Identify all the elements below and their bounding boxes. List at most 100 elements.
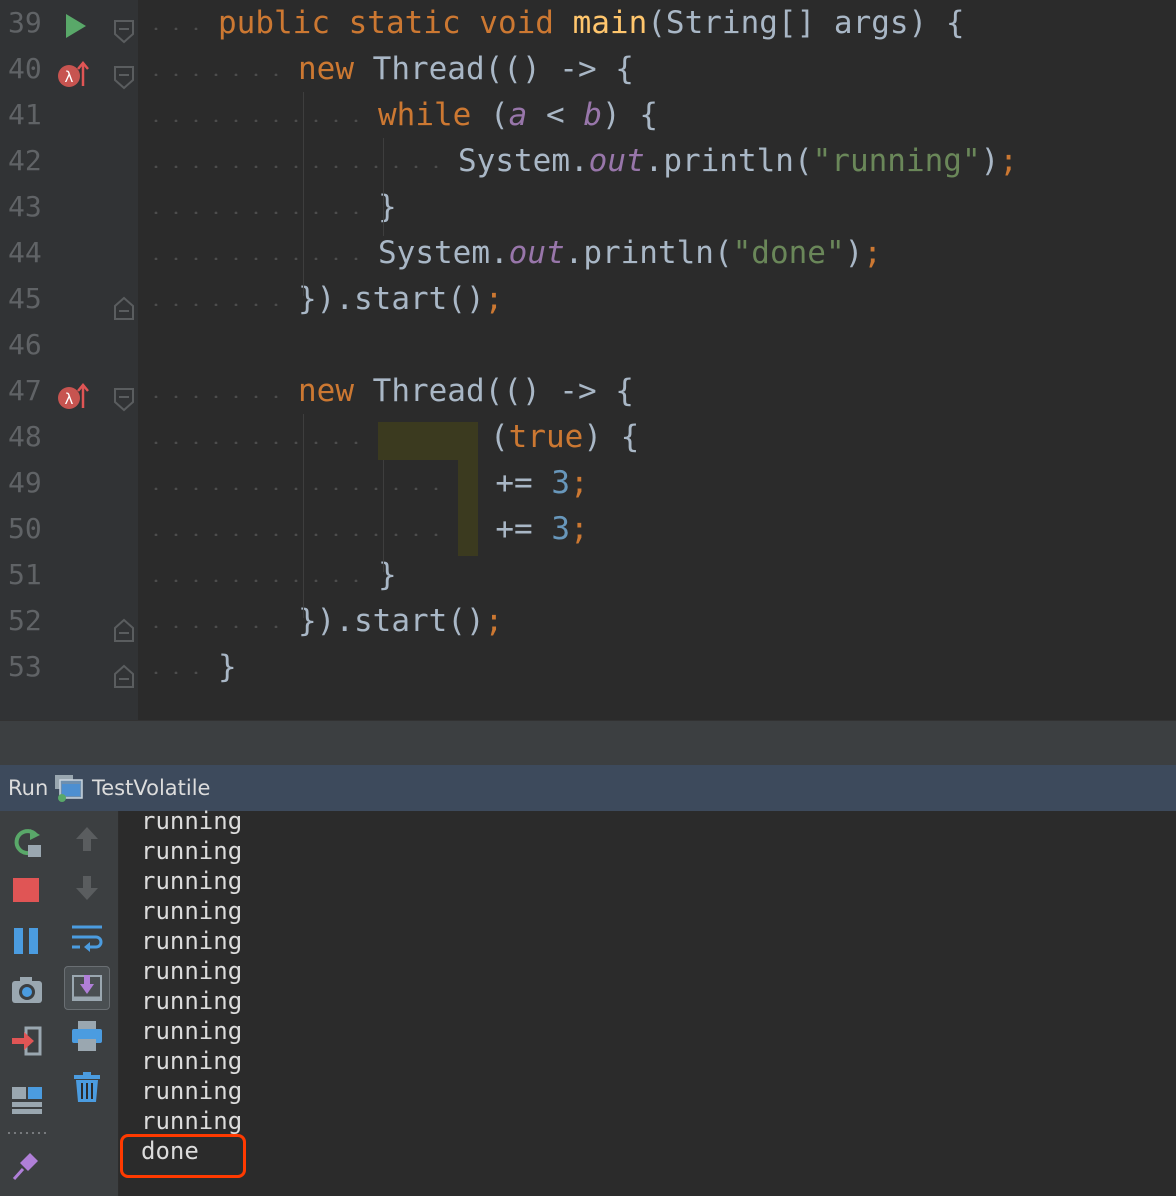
usage-highlight bbox=[378, 422, 478, 460]
whitespace-dots bbox=[146, 624, 294, 628]
console-line: running bbox=[141, 1047, 243, 1075]
code-line: 43} bbox=[0, 184, 1176, 230]
code-line: 39 public static void main(String[] args)… bbox=[0, 0, 1176, 46]
stop-icon[interactable] bbox=[13, 878, 39, 902]
pin-icon[interactable] bbox=[10, 1147, 44, 1181]
run-toolbar-left bbox=[0, 811, 59, 1196]
code-line: 47 new Thread(() -> { bbox=[0, 368, 1176, 414]
run-config-name[interactable]: TestVolatile bbox=[92, 776, 210, 800]
usage-highlight bbox=[458, 460, 478, 556]
code-line: 50b += 3; bbox=[0, 506, 1176, 552]
code-text: new Thread(() -> { bbox=[298, 373, 634, 409]
code-text: } bbox=[218, 649, 237, 685]
code-text: while (a < b) { bbox=[378, 97, 658, 133]
run-tool-window-header: Run TestVolatile bbox=[0, 765, 1176, 812]
whitespace-dots bbox=[146, 26, 214, 30]
print-icon[interactable] bbox=[70, 1019, 104, 1053]
code-line: 44 System.out.println("done"); bbox=[0, 230, 1176, 276]
soft-wrap-icon[interactable] bbox=[70, 923, 104, 953]
indent-guide bbox=[303, 92, 304, 296]
console-line: running bbox=[141, 1017, 243, 1045]
scroll-to-end-button[interactable] bbox=[64, 966, 110, 1010]
layout-icon[interactable] bbox=[10, 1083, 44, 1117]
code-text: public static void main(String[] args) { bbox=[218, 5, 965, 41]
up-arrow-icon[interactable] bbox=[74, 825, 100, 853]
clear-icon[interactable] bbox=[72, 1071, 102, 1103]
run-config-icon bbox=[55, 775, 83, 802]
run-label: Run bbox=[8, 776, 49, 800]
code-line: 49a += 3; bbox=[0, 460, 1176, 506]
code-text: } bbox=[378, 189, 397, 225]
code-line: 53} bbox=[0, 644, 1176, 690]
whitespace-dots bbox=[146, 256, 374, 260]
indent-guide bbox=[383, 138, 384, 236]
exit-icon[interactable] bbox=[10, 1025, 44, 1057]
console-output[interactable]: running running running running running runni… bbox=[119, 807, 1176, 1196]
console-line: running bbox=[141, 957, 243, 985]
done-highlight-box bbox=[120, 1134, 246, 1178]
line-number: 40 bbox=[8, 52, 42, 85]
pause-icon-bar bbox=[29, 928, 38, 954]
line-number: 47 bbox=[8, 374, 42, 407]
line-number: 50 bbox=[8, 512, 42, 545]
code-text: }).start(); bbox=[298, 281, 504, 317]
whitespace-dots bbox=[146, 486, 454, 490]
line-number: 43 bbox=[8, 190, 42, 223]
whitespace-dots bbox=[146, 118, 374, 122]
code-line: 48while (true) { bbox=[0, 414, 1176, 460]
console-line: running bbox=[141, 927, 243, 955]
line-number: 46 bbox=[8, 328, 42, 361]
whitespace-dots bbox=[146, 72, 294, 76]
lambda-override-icon[interactable]: λ bbox=[56, 60, 90, 90]
whitespace-dots bbox=[146, 670, 214, 674]
code-line: 54} bbox=[0, 690, 1176, 720]
fold-icon[interactable] bbox=[114, 66, 134, 90]
line-number: 49 bbox=[8, 466, 42, 499]
console-line: running bbox=[141, 837, 243, 865]
fold-icon[interactable] bbox=[114, 296, 134, 320]
pause-icon[interactable] bbox=[14, 928, 23, 954]
whitespace-dots bbox=[146, 394, 294, 398]
code-text: new Thread(() -> { bbox=[298, 51, 634, 87]
line-number: 39 bbox=[8, 6, 42, 39]
line-number: 41 bbox=[8, 98, 42, 131]
code-text: System.out.println("done"); bbox=[378, 235, 882, 271]
whitespace-dots bbox=[146, 440, 374, 444]
code-line: 52 }).start(); bbox=[0, 598, 1176, 644]
line-number: 53 bbox=[8, 650, 42, 683]
console-line: running bbox=[141, 807, 243, 835]
dump-threads-icon[interactable] bbox=[10, 975, 44, 1007]
whitespace-dots bbox=[146, 302, 294, 306]
code-text: } bbox=[378, 557, 397, 593]
code-editor[interactable]: 39 public static void main(String[] args)… bbox=[0, 0, 1176, 720]
fold-icon[interactable] bbox=[114, 664, 134, 688]
panel-splitter[interactable] bbox=[0, 720, 1176, 766]
line-number: 52 bbox=[8, 604, 42, 637]
whitespace-dots bbox=[146, 164, 454, 168]
line-number: 51 bbox=[8, 558, 42, 591]
console-line: running bbox=[141, 987, 243, 1015]
line-number: 44 bbox=[8, 236, 42, 269]
scroll-to-end-icon bbox=[72, 975, 102, 1001]
code-line: 45 }).start(); bbox=[0, 276, 1176, 322]
indent-guide bbox=[383, 460, 384, 572]
code-text: }).start(); bbox=[298, 603, 504, 639]
code-line: 46 bbox=[0, 322, 1176, 368]
whitespace-dots bbox=[146, 578, 374, 582]
fold-icon[interactable] bbox=[114, 20, 134, 44]
console-line: running bbox=[141, 1107, 243, 1135]
whitespace-dots bbox=[146, 532, 454, 536]
code-line: 41 while (a < b) { bbox=[0, 92, 1176, 138]
code-text: System.out.println("running"); bbox=[458, 143, 1018, 179]
fold-icon[interactable] bbox=[114, 388, 134, 412]
line-number: 45 bbox=[8, 282, 42, 315]
console-line: running bbox=[141, 867, 243, 895]
console-line: running bbox=[141, 1077, 243, 1105]
fold-icon[interactable] bbox=[114, 618, 134, 642]
down-arrow-icon[interactable] bbox=[74, 874, 100, 902]
whitespace-dots bbox=[146, 210, 374, 214]
run-icon[interactable] bbox=[66, 14, 86, 38]
rerun-icon[interactable] bbox=[10, 825, 44, 859]
lambda-override-icon[interactable]: λ bbox=[56, 382, 90, 412]
run-toolbar-right bbox=[58, 811, 119, 1196]
